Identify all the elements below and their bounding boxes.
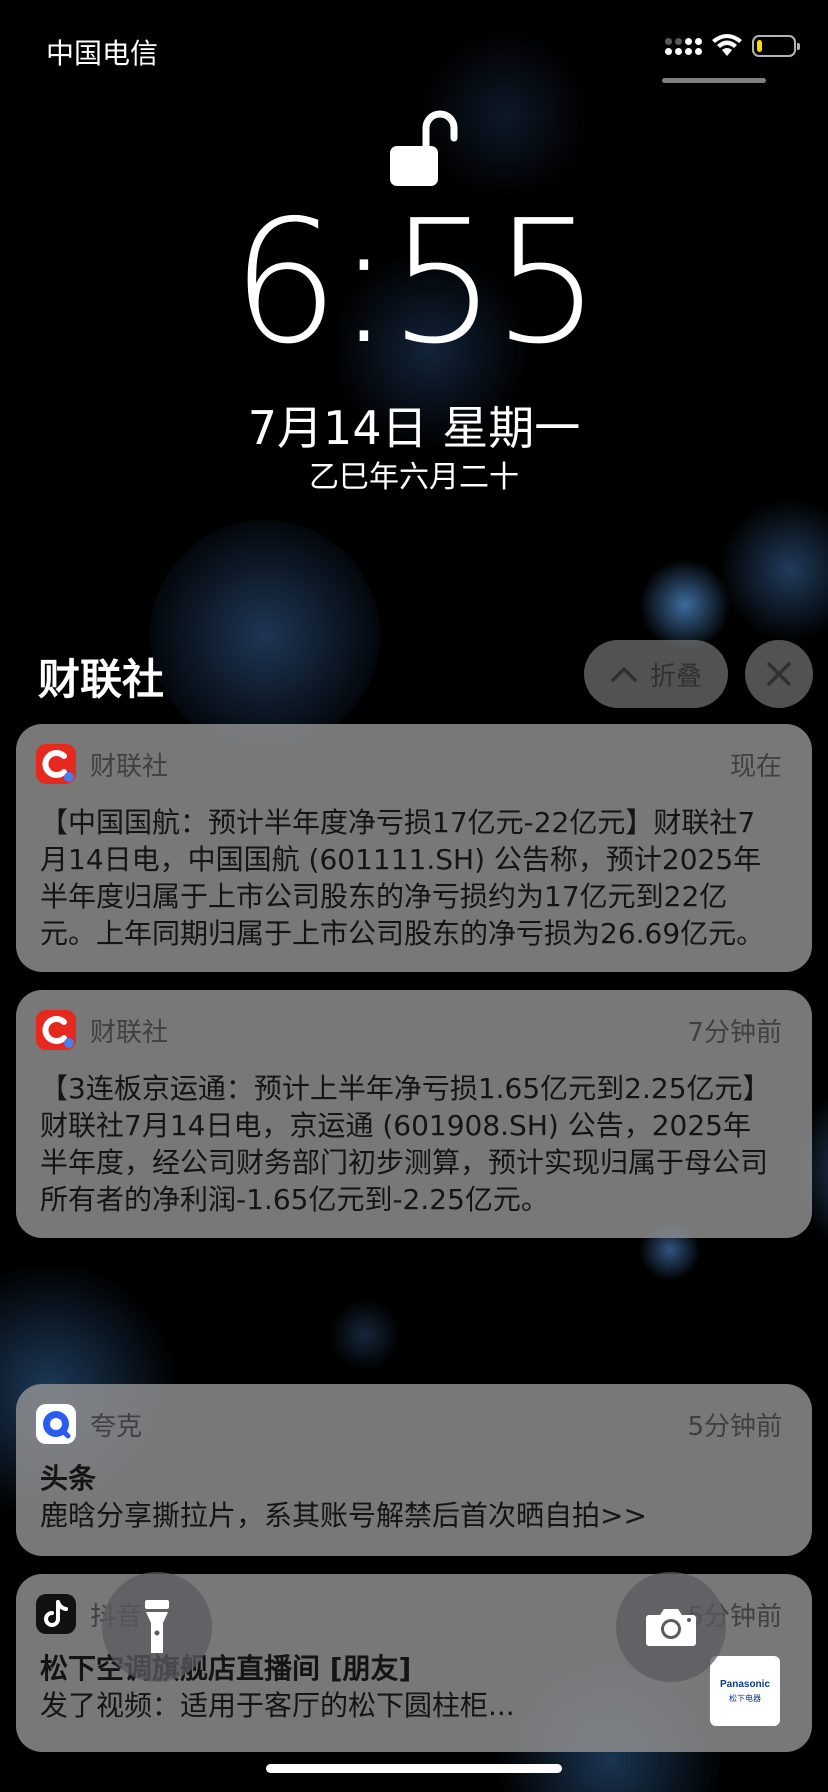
- thumbnail-brand: Panasonic: [719, 1678, 771, 1690]
- cls-app-icon: [36, 744, 76, 784]
- notification-time: 现在: [729, 751, 782, 782]
- douyin-app-icon: [36, 1594, 76, 1634]
- notification-body: 【3连板京运通：预计上半年净亏损1.65亿元到2.25亿元】财联社7月14日电，…: [40, 1072, 771, 1216]
- battery-icon: [752, 35, 800, 57]
- unlocked-padlock-icon: [390, 110, 458, 186]
- notification-card[interactable]: 夸克 5分钟前 头条 鹿晗分享撕拉片，系其账号解禁后首次晒自拍>>: [16, 1384, 812, 1556]
- collapse-label: 折叠: [649, 661, 702, 692]
- flashlight-icon: [145, 1600, 169, 1653]
- notification-card[interactable]: 财联社 现在 【中国国航：预计半年度净亏损17亿元-22亿元】财联社7月14日电…: [16, 724, 812, 972]
- flashlight-button[interactable]: [102, 1572, 212, 1682]
- notification-title: 头条: [40, 1462, 97, 1495]
- quark-app-icon: [36, 1404, 76, 1444]
- camera-button[interactable]: [616, 1572, 726, 1682]
- notification-group-title: 财联社: [38, 655, 165, 704]
- app-name: 财联社: [90, 1017, 169, 1048]
- status-icons: [665, 34, 800, 58]
- carrier-label: 中国电信: [46, 37, 159, 70]
- notification-time: 5分钟前: [687, 1411, 782, 1442]
- notification-body: 鹿晗分享撕拉片，系其账号解禁后首次晒自拍>>: [40, 1499, 647, 1532]
- notification-body: 【中国国航：预计半年度净亏损17亿元-22亿元】财联社7月14日电，中国国航 (…: [40, 806, 765, 950]
- app-name: 夸克: [90, 1411, 143, 1442]
- lunar-date: 乙巳年六月二十: [309, 460, 519, 495]
- home-indicator[interactable]: [266, 1764, 562, 1773]
- close-icon: [767, 662, 791, 686]
- camera-icon: [646, 1609, 696, 1646]
- notification-time: 7分钟前: [687, 1017, 782, 1048]
- notification-thumbnail: Panasonic 松下电器: [710, 1656, 780, 1726]
- wifi-icon: [712, 34, 742, 56]
- notification-card[interactable]: 财联社 7分钟前 【3连板京运通：预计上半年净亏损1.65亿元到2.25亿元】财…: [16, 990, 812, 1238]
- thumbnail-subtitle: 松下电器: [729, 1693, 761, 1703]
- cellular-signal-icon: [665, 37, 702, 55]
- collapse-button[interactable]: 折叠: [584, 640, 728, 708]
- app-name: 财联社: [90, 751, 169, 782]
- chevron-up-icon: [611, 667, 637, 682]
- lock-screen-time: 6:55: [231, 184, 601, 382]
- lock-screen-date: 7月14日 星期一: [247, 401, 581, 455]
- clear-group-button[interactable]: [745, 640, 813, 708]
- cls-app-icon: [36, 1010, 76, 1050]
- notification-body: 发了视频：适用于客厅的松下圆柱柜...: [40, 1689, 515, 1722]
- control-center-indicator[interactable]: [662, 78, 766, 83]
